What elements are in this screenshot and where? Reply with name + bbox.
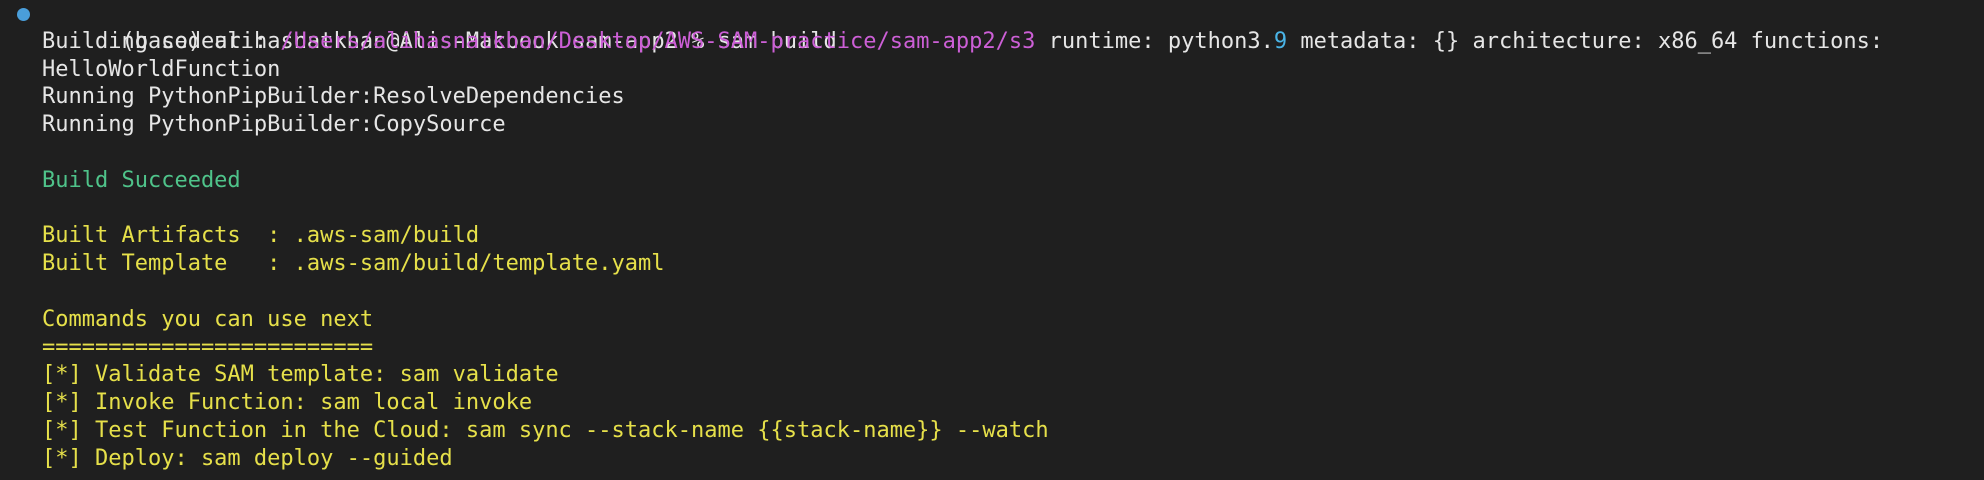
architecture-label: architecture: x86_64 functions:: [1459, 28, 1884, 54]
command-line: [*] Deploy: sam deploy --guided: [42, 445, 453, 471]
runtime-minor: 9: [1273, 28, 1288, 54]
building-prefix: Building codeuri:: [42, 28, 281, 54]
runtime-label: runtime: python3.: [1035, 28, 1274, 54]
command-line: [*] Test Function in the Cloud: sam sync…: [42, 417, 1049, 443]
dot-icon: [17, 8, 30, 21]
step-line: Running PythonPipBuilder:ResolveDependen…: [42, 84, 625, 110]
metadata-value: {}: [1432, 28, 1460, 54]
prompt-line: (base) alihasnatkhan@Alis-Macbook sam-ap…: [0, 0, 1984, 54]
function-name: HelloWorldFunction: [42, 56, 281, 82]
building-line: Building codeuri: /Users/alihasnatkhan/D…: [0, 28, 1984, 56]
artifact-line: Built Template : .aws-sam/build/template…: [42, 251, 665, 277]
terminal-window[interactable]: (base) alihasnatkhan@Alis-Macbook sam-ap…: [0, 0, 1984, 480]
terminal-output: (base) alihasnatkhan@Alis-Macbook sam-ap…: [0, 0, 1984, 473]
build-status: Build Succeeded: [42, 167, 241, 193]
function-name-line: HelloWorldFunction: [0, 56, 1984, 84]
command-line: [*] Validate SAM template: sam validate: [42, 362, 559, 388]
next-commands-header: Commands you can use next: [42, 306, 374, 332]
codeuri-path: /Users/alihasnatkhan/Desktop/AWS-SAM-pra…: [280, 28, 1036, 54]
metadata-label: metadata:: [1287, 28, 1433, 54]
divider-line: =========================: [42, 334, 374, 360]
command-line: [*] Invoke Function: sam local invoke: [42, 390, 533, 416]
artifact-line: Built Artifacts : .aws-sam/build: [42, 223, 480, 249]
step-line: Running PythonPipBuilder:CopySource: [42, 112, 506, 138]
